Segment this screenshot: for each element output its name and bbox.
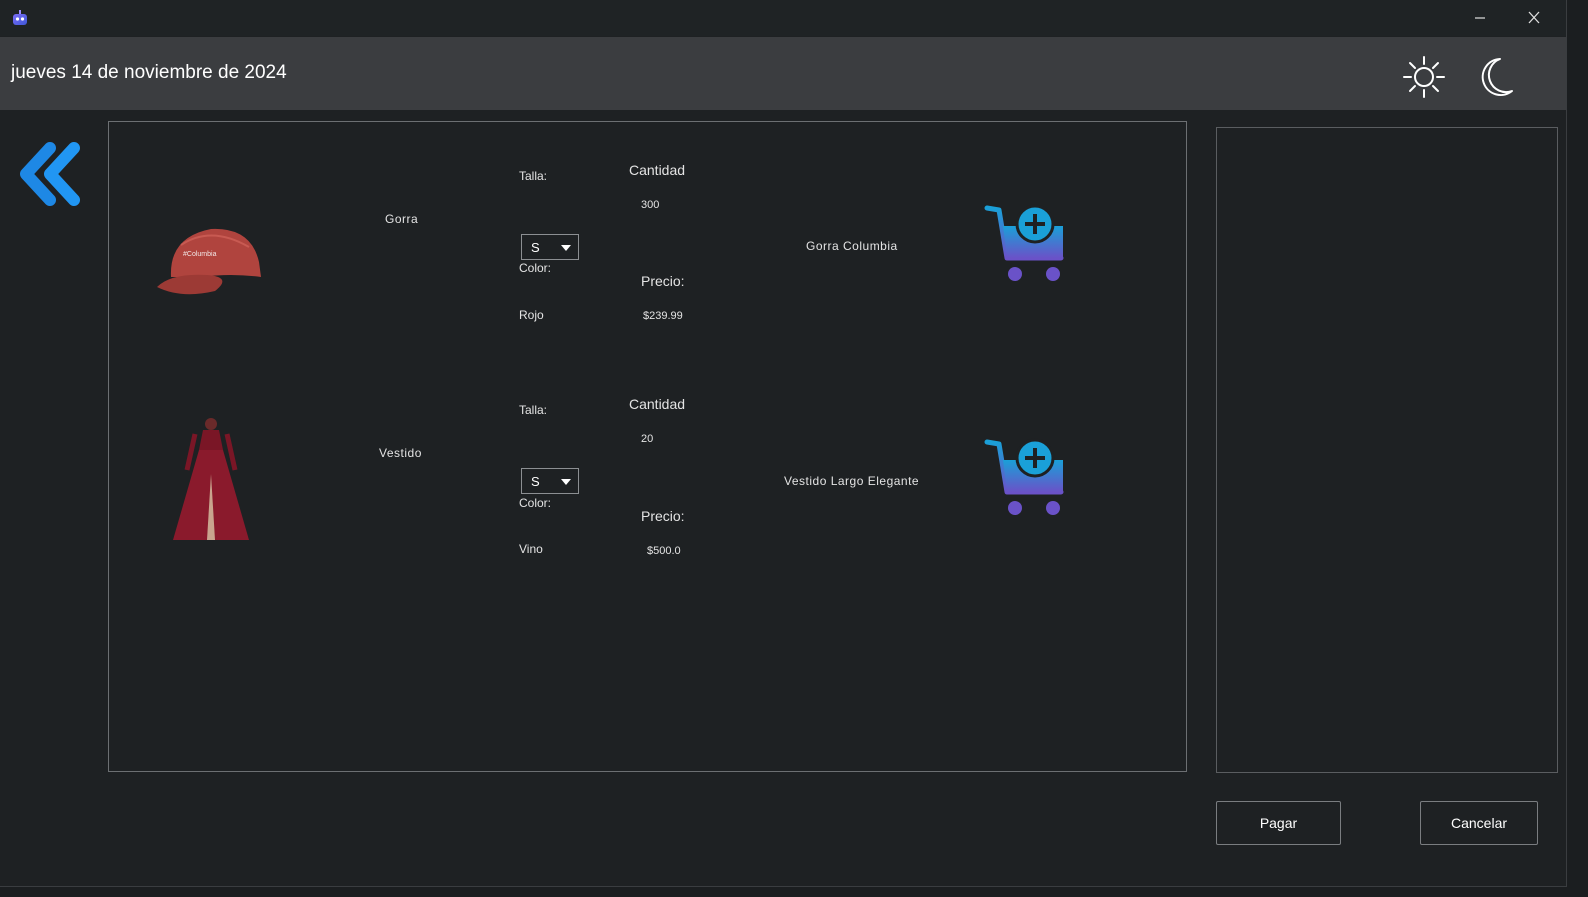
price-value: $239.99 [643,310,683,322]
products-panel: #Columbia Gorra Talla: S Color: Rojo Can… [108,121,1187,772]
price-label: Precio: [641,508,685,524]
price-value: $500.0 [647,545,681,557]
quantity-value: 20 [641,433,654,445]
color-value: Vino [519,542,543,556]
quantity-label: Cantidad [629,396,686,412]
product-image-cap: #Columbia [157,228,261,295]
quantity-value: 300 [641,199,660,211]
sun-icon[interactable] [1402,55,1446,99]
product-row: #Columbia Gorra Talla: S Color: Rojo Can… [109,152,1188,372]
product-name: Gorra [385,212,419,226]
chevron-down-icon [561,245,571,251]
chevron-down-icon [561,479,571,485]
cart-panel [1216,127,1558,773]
cart-plus-icon[interactable] [983,436,1067,520]
product-name: Vestido [379,446,422,460]
product-description: Vestido Largo Elegante [784,474,920,488]
title-bar [0,0,1566,36]
color-label: Color: [519,261,552,275]
minimize-icon[interactable] [1466,6,1494,30]
price-label: Precio: [641,273,685,289]
size-label: Talla: [519,403,548,417]
product-row: Vestido Talla: S Color: Vino Cantidad 20… [109,386,1188,606]
current-date: jueves 14 de noviembre de 2024 [11,62,287,83]
header-bar: jueves 14 de noviembre de 2024 [0,37,1566,110]
app-icon [13,10,27,25]
svg-text:#Columbia: #Columbia [183,251,217,258]
close-icon[interactable] [1520,6,1548,30]
color-value: Rojo [519,308,544,322]
product-image-dress [173,418,249,540]
moon-icon[interactable] [1472,55,1516,99]
color-label: Color: [519,496,552,510]
size-select-value: S [531,240,540,255]
app-window: jueves 14 de noviembre de 2024 #Columbia… [0,0,1567,887]
product-description: Gorra Columbia [806,239,898,253]
cancel-button[interactable]: Cancelar [1420,801,1538,845]
size-select[interactable]: S [521,234,579,260]
cart-plus-icon[interactable] [983,202,1067,286]
double-chevron-left-icon[interactable] [16,140,84,208]
pay-button[interactable]: Pagar [1216,801,1341,845]
quantity-label: Cantidad [629,162,686,178]
size-label: Talla: [519,169,548,183]
size-select-value: S [531,474,540,489]
size-select[interactable]: S [521,468,579,494]
